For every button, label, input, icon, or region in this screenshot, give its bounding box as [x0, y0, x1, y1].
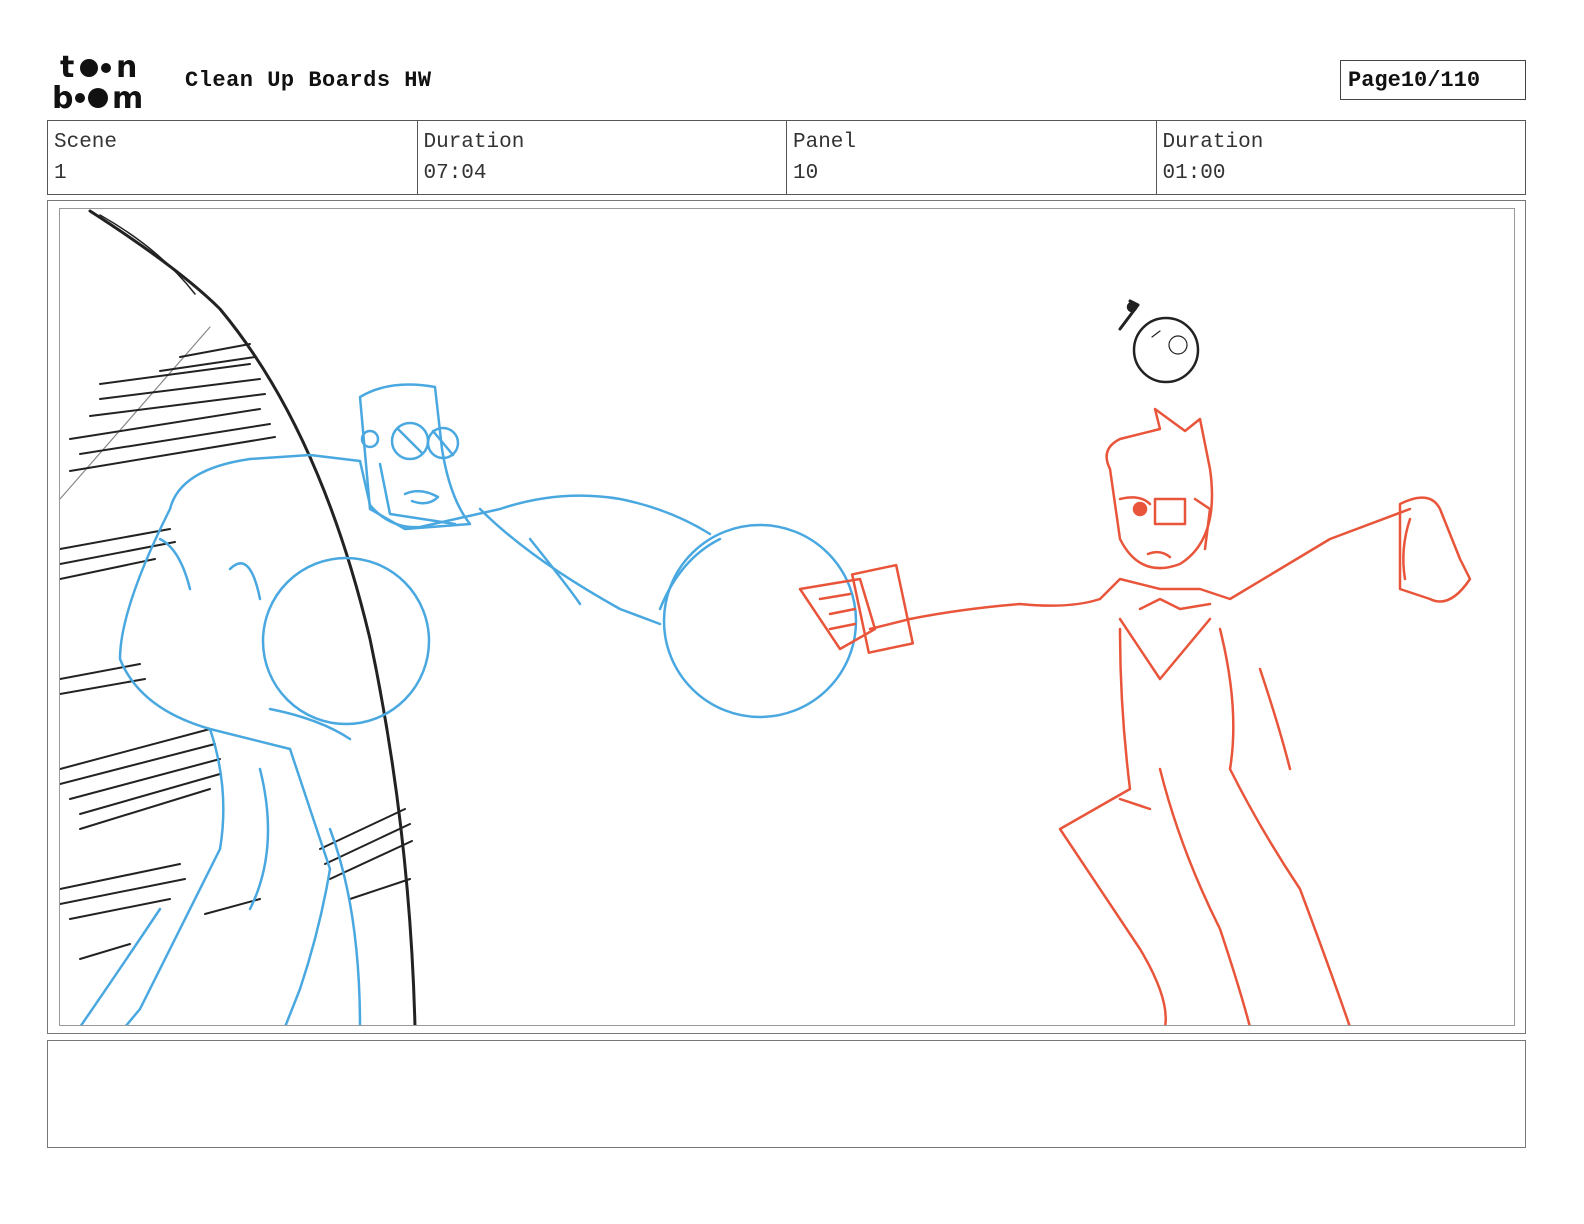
scene-duration-label: Duration: [423, 131, 525, 154]
panel-duration-label: Duration: [1162, 131, 1264, 154]
panel-cell: Panel 10: [787, 121, 1157, 194]
scene-label: Scene: [54, 131, 118, 154]
page-number: 10/110: [1400, 67, 1481, 93]
panel-duration-cell: Duration 01:00: [1157, 121, 1526, 194]
villain-character: [79, 383, 858, 1025]
scene-duration-value: 07:04: [423, 162, 487, 185]
scene-value: 1: [54, 162, 67, 185]
scene-cell: Scene 1: [48, 121, 418, 194]
page-indicator: Page 10/110: [1340, 60, 1526, 100]
svg-text:n: n: [116, 50, 137, 85]
svg-text:m: m: [112, 81, 143, 112]
panel-label: Panel: [793, 131, 857, 154]
toon-boom-logo: t n b m: [52, 50, 143, 112]
document-title: Clean Up Boards HW: [185, 68, 432, 93]
background-hatching: [60, 326, 413, 960]
scene-duration-cell: Duration 07:04: [418, 121, 787, 194]
hero-character: [798, 407, 1472, 1025]
svg-text:b: b: [52, 81, 73, 112]
panel-duration-value: 01:00: [1162, 162, 1226, 185]
scene-info-table: Scene 1 Duration 07:04 Panel 10 Duration…: [47, 120, 1526, 195]
flying-orb-object: [1118, 299, 1200, 384]
svg-text:t: t: [60, 50, 74, 85]
page-label: Page: [1348, 67, 1401, 93]
storyboard-panel-image: [59, 208, 1515, 1026]
panel-notes-box[interactable]: [47, 1040, 1526, 1148]
panel-value: 10: [793, 162, 819, 185]
